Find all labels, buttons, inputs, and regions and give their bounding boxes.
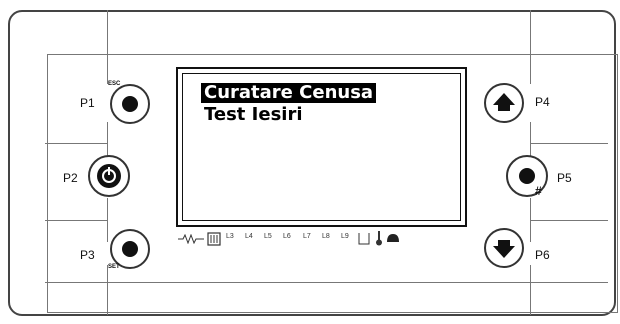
indicator-l7: L7 [303,233,311,240]
p3-set-button[interactable] [110,229,150,269]
esc-label: ESC [108,81,121,87]
lcd-display: Curatare Cenusa Test Iesiri [176,67,467,227]
p5-label: P5 [557,171,572,185]
divider [530,198,531,242]
divider [45,282,608,283]
menu-item-curatare-cenusa[interactable]: Curatare Cenusa [201,83,377,103]
indicator-l8: L8 [322,233,330,240]
indicator-l4: L4 [245,233,253,240]
p6-down-button[interactable] [484,228,524,268]
hash-label: # [535,184,542,198]
thermometer-icon [376,231,382,246]
lcd-screen: Curatare Cenusa Test Iesiri [182,73,461,221]
coil-icon [207,232,221,246]
p2-button[interactable] [88,155,130,197]
divider [45,220,107,221]
indicator-l9: L9 [341,233,349,240]
arrow-up-icon [493,93,515,111]
resistor-icon [178,234,204,244]
indicator-l3: L3 [226,233,234,240]
indicator-l6: L6 [283,233,291,240]
divider [530,220,608,221]
p4-up-button[interactable] [484,83,524,123]
arrow-down-icon [493,240,515,258]
set-label: SET [108,264,120,270]
divider [530,143,608,144]
divider [107,198,108,242]
divider [530,265,531,315]
flame-icon [387,234,399,242]
divider [45,143,107,144]
p2-label: P2 [63,171,78,185]
divider [530,10,531,84]
divider [107,265,108,315]
p1-esc-button[interactable] [110,84,150,124]
button-dot-icon [122,241,138,257]
divider [107,10,108,84]
button-dot-icon [122,96,138,112]
p4-label: P4 [535,95,550,109]
p3-label: P3 [80,248,95,262]
indicator-l5: L5 [264,233,272,240]
p6-label: P6 [535,248,550,262]
menu-item-test-iesiri[interactable]: Test Iesiri [201,105,306,125]
power-icon [97,164,121,188]
tank-icon [358,233,370,245]
p1-label: P1 [80,96,95,110]
button-dot-icon [519,168,535,184]
